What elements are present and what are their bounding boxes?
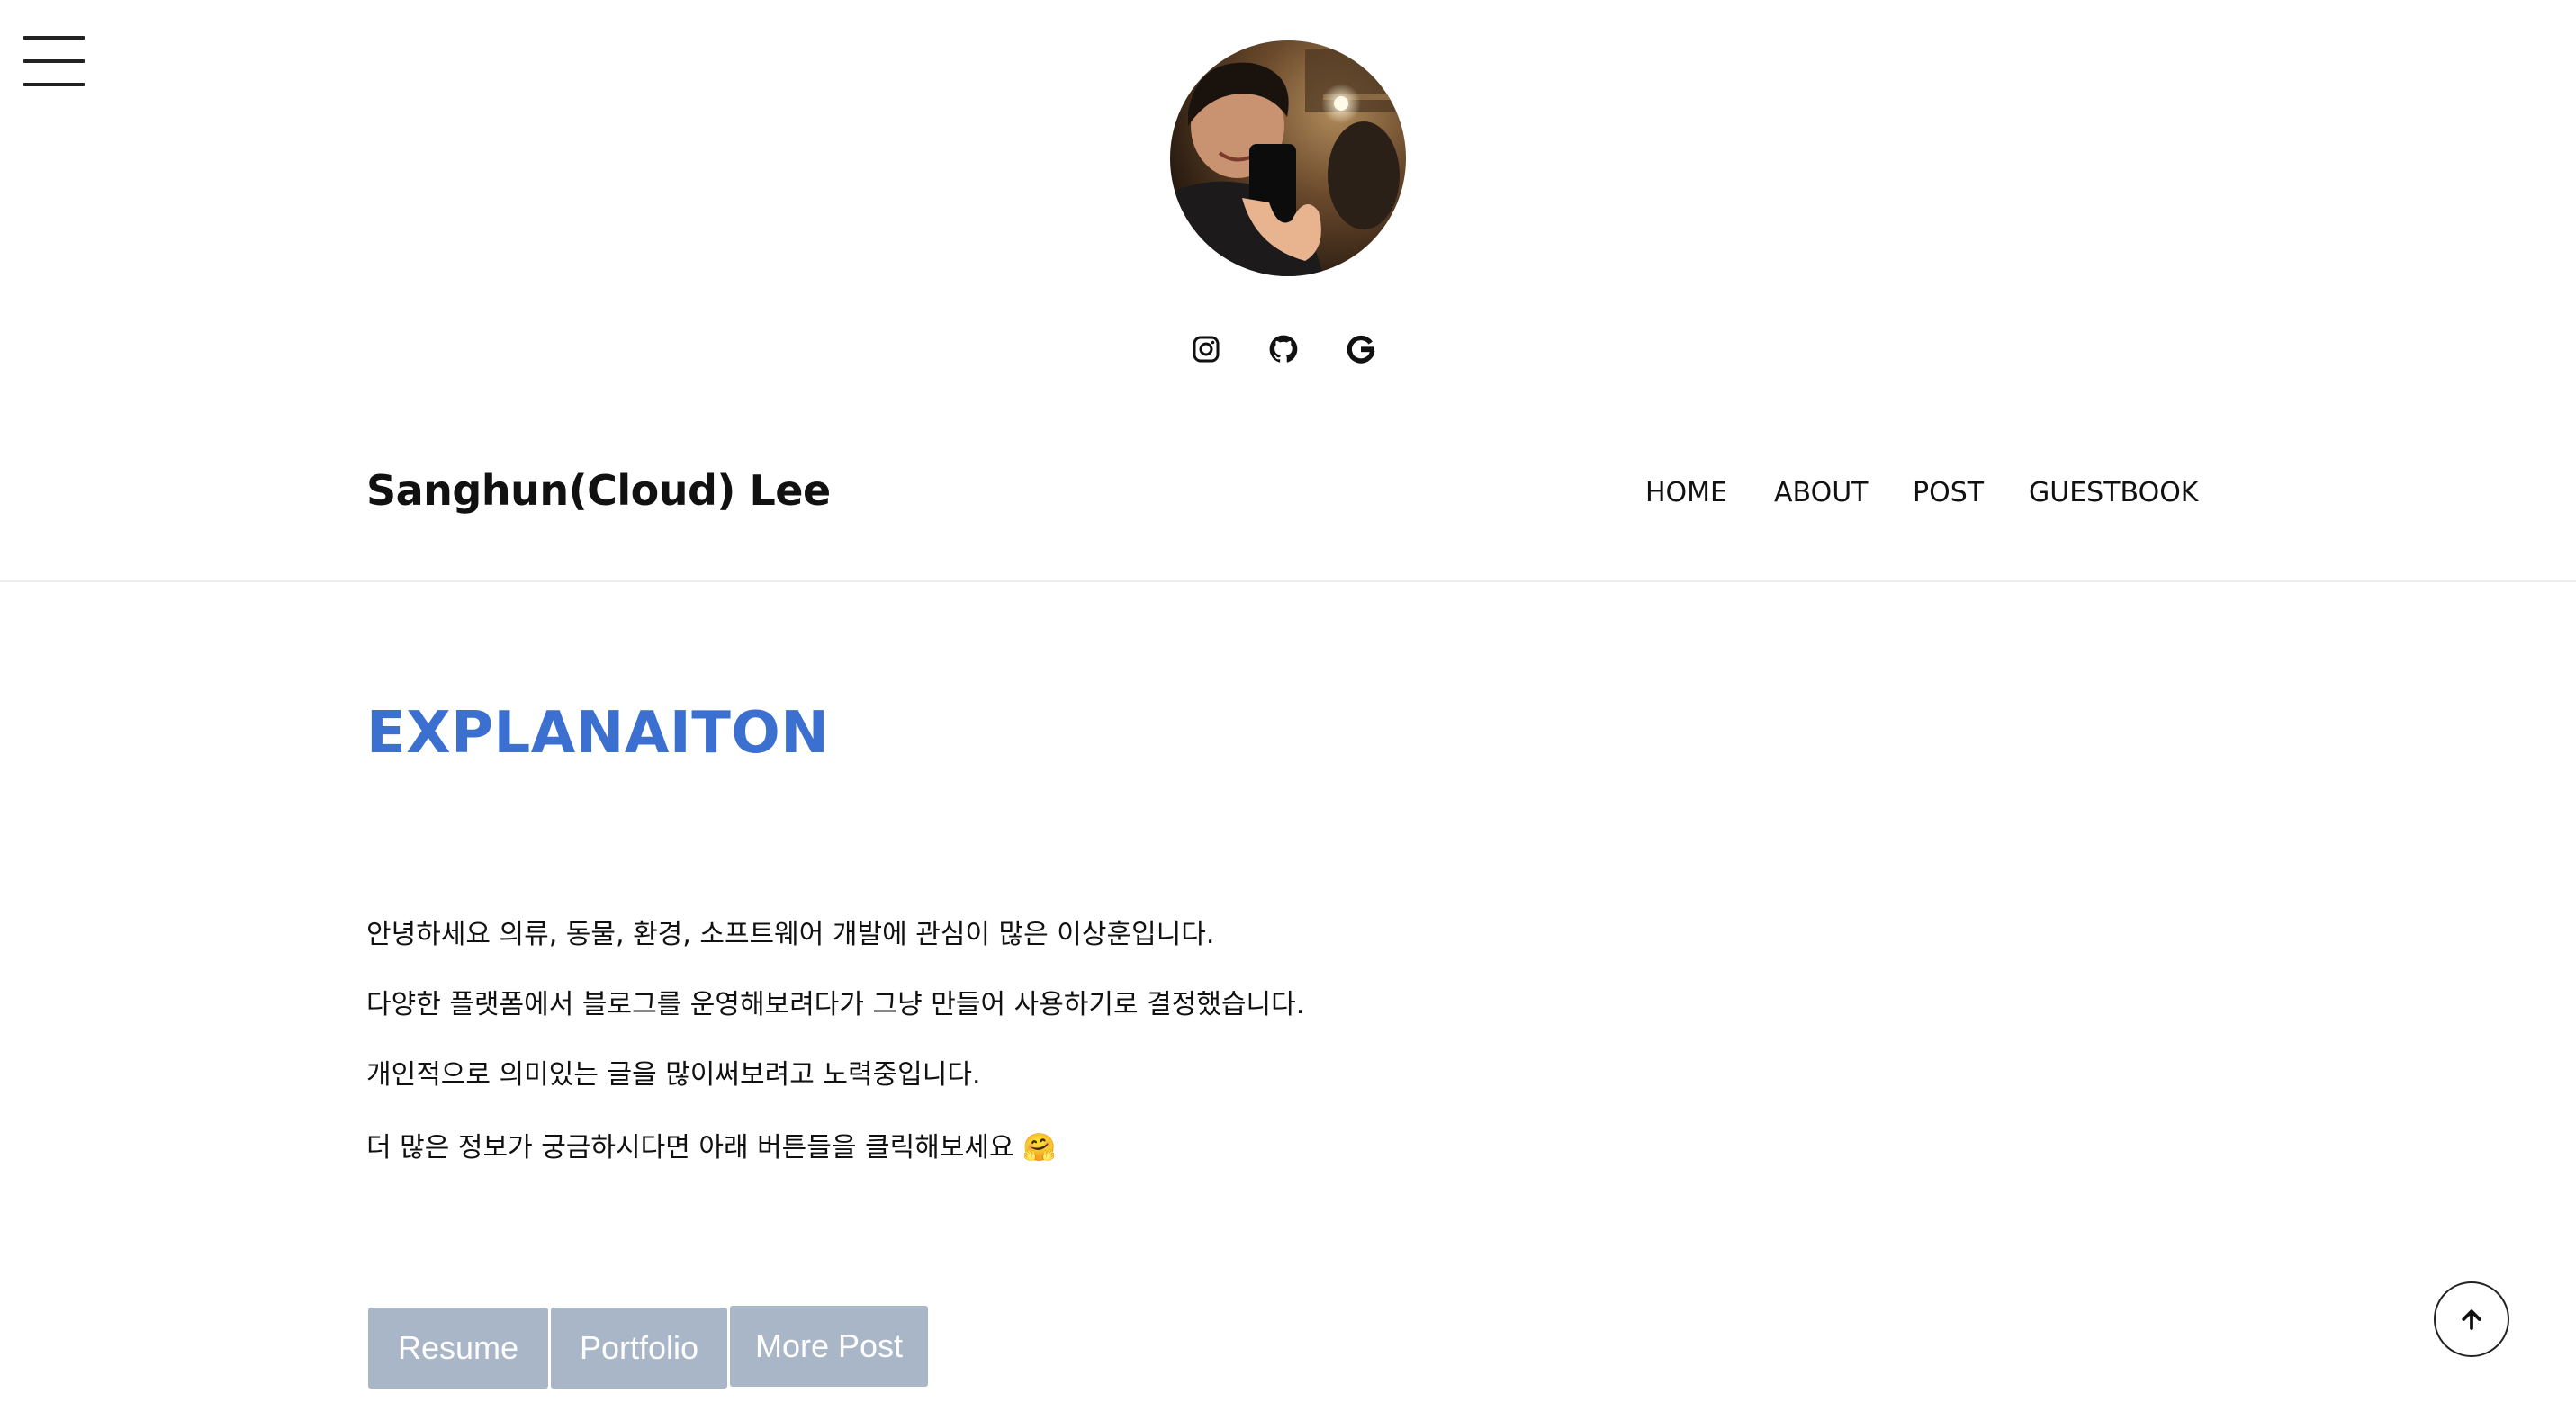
nav-post[interactable]: POST [1913,477,1984,508]
header-divider [0,580,2576,582]
hamburger-menu-button[interactable] [23,36,86,86]
nav-guestbook[interactable]: GUESTBOOK [2029,477,2198,508]
google-icon [1347,335,1375,364]
portfolio-button[interactable]: Portfolio [551,1308,727,1389]
resume-button[interactable]: Resume [368,1308,548,1389]
more-post-button[interactable]: More Post [730,1306,928,1387]
intro-paragraph: 안녕하세요 의류, 동물, 환경, 소프트웨어 개발에 관심이 많은 이상훈입니… [366,919,1215,950]
intro-paragraph: 다양한 플랫폼에서 블로그를 운영해보려다가 그냥 만들어 사용하기로 결정했습… [366,989,1305,1020]
github-link[interactable] [1264,329,1303,369]
intro-paragraph: 더 많은 정보가 궁금하시다면 아래 버튼들을 클릭해보세요 🤗 [366,1132,1057,1164]
hamburger-bar [23,83,85,86]
instagram-link[interactable] [1186,329,1226,369]
social-links [1186,329,1393,369]
arrow-up-icon [2462,1309,2481,1330]
hamburger-icon [23,36,85,40]
avatar [1170,40,1406,276]
nav-about[interactable]: ABOUT [1774,477,1868,508]
profile-photo [1170,40,1406,276]
section-title: EXPLANAITON [366,700,830,767]
instagram-icon [1193,336,1220,363]
site-title[interactable]: Sanghun(Cloud) Lee [366,466,831,515]
hamburger-bar [23,59,85,63]
intro-paragraph: 개인적으로 의미있는 글을 많이써보려고 노력중입니다. [366,1059,981,1091]
scroll-to-top-button[interactable] [2434,1281,2509,1357]
github-icon [1269,335,1298,363]
nav-home[interactable]: HOME [1645,477,1727,508]
google-link[interactable] [1341,329,1381,369]
